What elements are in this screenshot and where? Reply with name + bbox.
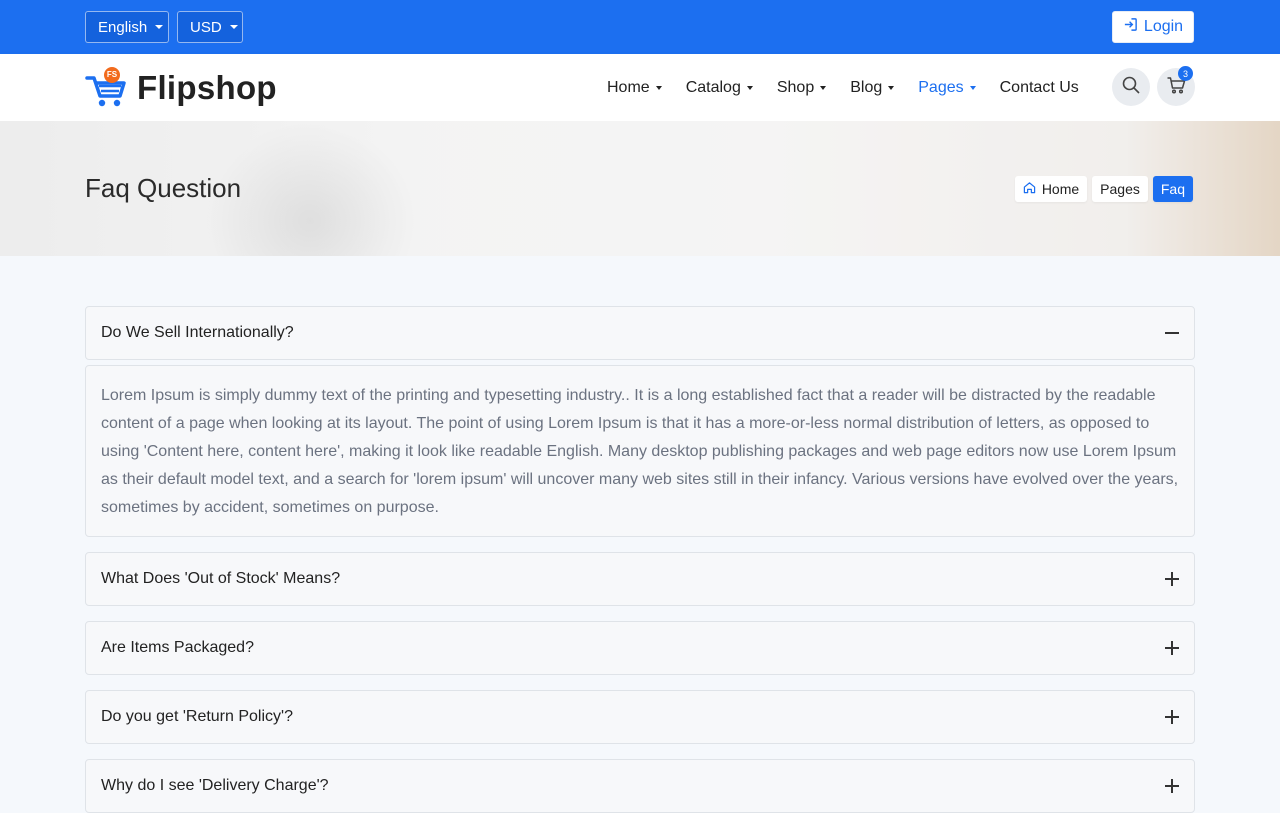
chevron-down-icon <box>820 85 827 90</box>
cart-count-badge: 3 <box>1178 66 1193 81</box>
nav-item-home[interactable]: Home <box>607 79 662 97</box>
breadcrumb-home[interactable]: Home <box>1014 176 1088 202</box>
faq-question-4[interactable]: Do you get 'Return Policy'? <box>85 690 1195 744</box>
breadcrumb-pages[interactable]: Pages <box>1092 176 1148 202</box>
nav-label: Pages <box>918 78 964 96</box>
search-button[interactable] <box>1112 68 1150 106</box>
nav-label: Blog <box>850 78 883 96</box>
nav-item-blog[interactable]: Blog <box>850 78 895 97</box>
chevron-down-icon <box>888 85 895 90</box>
breadcrumb: Home Pages Faq <box>1014 176 1193 202</box>
page-title: Faq Question <box>85 173 242 203</box>
nav-label: Catalog <box>685 78 741 96</box>
plus-icon <box>1165 779 1179 793</box>
main-nav: Home Catalog Shop Blog Pages Contact Us <box>607 54 1079 121</box>
faq-question-2[interactable]: What Does 'Out of Stock' Means? <box>85 552 1195 606</box>
faq-question-5[interactable]: Why do I see 'Delivery Charge'? <box>85 759 1195 813</box>
language-select[interactable]: English <box>85 11 169 43</box>
faq-question-1[interactable]: Do We Sell Internationally? <box>85 306 1195 360</box>
plus-icon <box>1165 710 1179 724</box>
nav-item-catalog[interactable]: Catalog <box>686 79 753 97</box>
breadcrumb-label: Home <box>1041 181 1080 197</box>
breadcrumb-label: Pages <box>1100 181 1140 197</box>
currency-select[interactable]: USD <box>177 11 243 43</box>
login-icon <box>1123 17 1138 37</box>
plus-icon <box>1165 572 1179 586</box>
faq-answer-1: Lorem Ipsum is simply dummy text of the … <box>85 365 1195 537</box>
chevron-down-icon <box>969 85 976 90</box>
login-button[interactable]: Login <box>1112 11 1194 43</box>
faq-question-text: What Does 'Out of Stock' Means? <box>101 570 341 587</box>
chevron-down-icon <box>655 85 662 90</box>
breadcrumb-label: Faq <box>1160 181 1185 197</box>
plus-icon <box>1165 641 1179 655</box>
minus-icon <box>1165 326 1179 340</box>
currency-value: USD <box>190 18 222 36</box>
nav-item-shop[interactable]: Shop <box>776 78 827 97</box>
nav-label: Shop <box>776 78 815 96</box>
nav-label: Home <box>607 78 650 96</box>
nav-item-pages[interactable]: Pages <box>918 78 976 97</box>
faq-question-text: Are Items Packaged? <box>101 639 254 656</box>
top-bar: English USD Login <box>0 0 1280 54</box>
search-icon <box>1121 75 1141 100</box>
faq-question-3[interactable]: Are Items Packaged? <box>85 621 1195 675</box>
chevron-down-icon <box>746 85 753 90</box>
logo[interactable]: FS Flipshop <box>85 66 277 110</box>
main-header: FS Flipshop Home Catalog Shop Blog Pages… <box>0 54 1280 121</box>
nav-label: Contact Us <box>999 78 1079 96</box>
breadcrumb-faq: Faq <box>1152 176 1193 202</box>
nav-item-contact[interactable]: Contact Us <box>1000 79 1079 97</box>
cart-logo-icon: FS <box>85 66 129 110</box>
logo-text: Flipshop <box>137 69 277 106</box>
chevron-down-icon <box>229 25 238 29</box>
chevron-down-icon <box>155 25 164 29</box>
home-icon <box>1023 181 1036 197</box>
language-value: English <box>98 18 148 36</box>
faq-question-text: Do you get 'Return Policy'? <box>101 708 293 725</box>
page-hero: Faq Question Home Pages Faq <box>0 121 1280 256</box>
faq-question-text: Why do I see 'Delivery Charge'? <box>101 777 329 794</box>
logo-badge: FS <box>106 70 118 79</box>
faq-question-text: Do We Sell Internationally? <box>101 324 294 341</box>
login-label: Login <box>1143 18 1184 35</box>
